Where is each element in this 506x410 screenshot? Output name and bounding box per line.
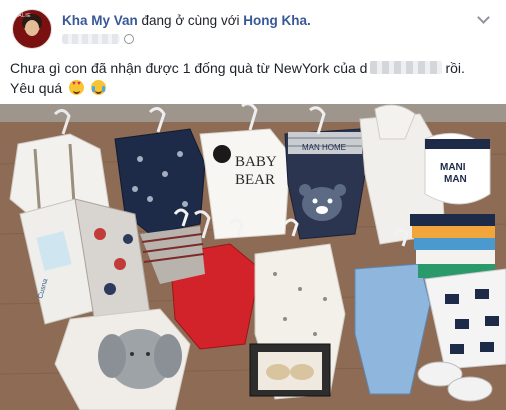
avatar-face	[25, 20, 39, 36]
message-text-line2: Yêu quá	[10, 80, 63, 96]
mani-man-bib: MANI MAN	[424, 132, 491, 205]
post-headline: Kha My Van đang ở cùng với Hong Kha.	[62, 13, 311, 28]
onesie-stack	[410, 214, 495, 278]
with-connector: đang ở cùng với	[137, 13, 244, 28]
post-message: Chưa gì con đã nhận được 1 đống quà từ N…	[10, 58, 496, 98]
author-avatar[interactable]: LALIE	[12, 9, 52, 49]
post-header: LALIE Kha My Van đang ở cùng với Hong Kh…	[10, 8, 500, 49]
post-meta	[62, 32, 134, 46]
heart-eyes-emoji-icon	[69, 80, 85, 95]
tears-of-joy-emoji-icon	[90, 80, 106, 95]
bear-text-mark: BEAR	[235, 172, 275, 188]
shoe-box	[249, 343, 331, 397]
privacy-globe-icon	[124, 34, 134, 44]
message-text-part2: rồi.	[445, 60, 465, 76]
facebook-post: LALIE Kha My Van đang ở cùng với Hong Kh…	[0, 0, 506, 410]
bib-mani-text-mark: MANI	[440, 162, 466, 173]
post-message-line-2: Yêu quá	[10, 78, 496, 98]
post-message-line-1: Chưa gì con đã nhận được 1 đống quà từ N…	[10, 58, 496, 78]
post-photo[interactable]: BABY BEAR MAN HOME MANI MAN Cusna	[0, 104, 506, 410]
redacted-name	[370, 61, 443, 74]
man-home-text-mark: MAN HOME	[302, 143, 346, 152]
tagged-person-link[interactable]: Hong Kha.	[243, 13, 311, 28]
avatar-tag: LALIE	[15, 13, 32, 19]
author-name-link[interactable]: Kha My Van	[62, 13, 138, 28]
post-options-chevron-icon[interactable]	[476, 12, 492, 26]
blurred-timestamp	[62, 34, 120, 44]
baby-text-mark: BABY	[235, 154, 277, 170]
message-text-part1: Chưa gì con đã nhận được 1 đống quà từ N…	[10, 60, 368, 76]
baby-clothes-photo: BABY BEAR MAN HOME MANI MAN Cusna	[0, 104, 506, 410]
elephant-hat	[54, 308, 191, 410]
bib-man-text-mark: MAN	[444, 174, 467, 185]
